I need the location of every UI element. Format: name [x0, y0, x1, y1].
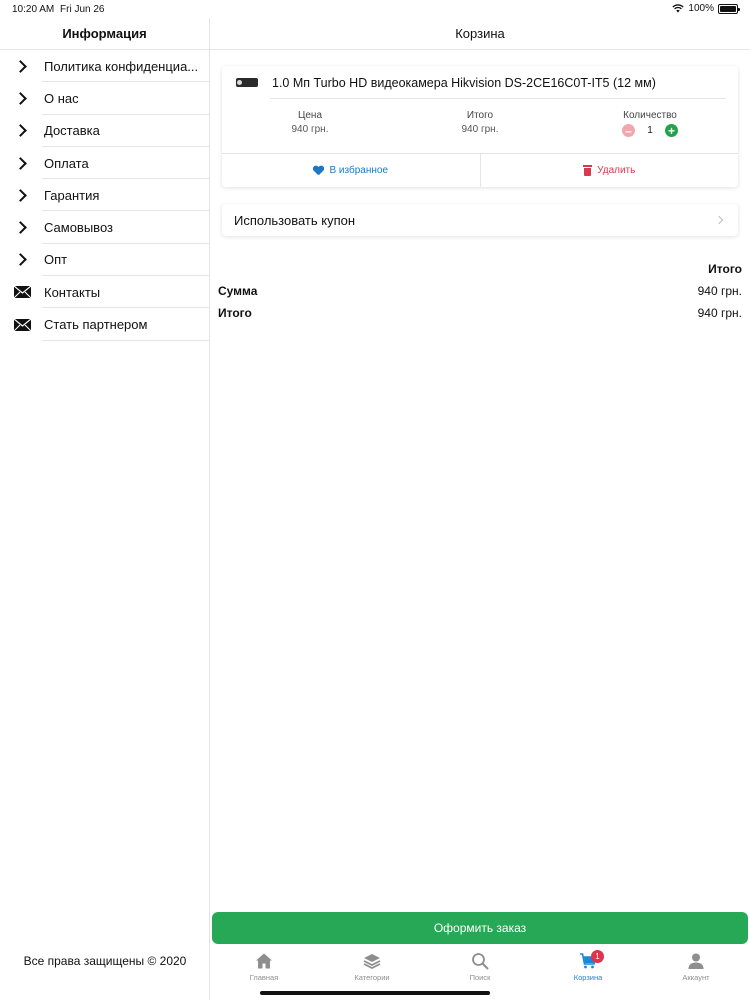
cart-item-actions: В избранное Удалить — [222, 153, 738, 187]
quantity-label: Количество — [623, 110, 677, 121]
chevron-right-icon — [0, 253, 44, 267]
envelope-icon — [0, 318, 44, 331]
decrease-quantity-button[interactable]: – — [622, 124, 635, 137]
battery-percent: 100% — [688, 3, 714, 14]
sidebar-item-pickup[interactable]: Самовывоз — [0, 211, 209, 245]
tab-label: Категории — [354, 973, 390, 982]
delete-item-button[interactable]: Удалить — [479, 154, 739, 187]
sidebar-item-privacy[interactable]: Политика конфиденциа... — [0, 50, 209, 83]
item-total-value: 940 грн. — [461, 124, 499, 135]
totals-row-sum: Сумма 940 грн. — [218, 284, 742, 306]
price-value: 940 грн. — [291, 124, 329, 135]
product-thumbnail[interactable] — [234, 75, 260, 91]
sidebar-item-partner[interactable]: Стать партнером — [0, 308, 209, 341]
tab-label: Поиск — [469, 973, 491, 982]
chevron-right-icon — [0, 188, 44, 202]
item-total-stat: Итого 940 грн. — [440, 110, 520, 135]
use-coupon-row[interactable]: Использовать купон — [222, 204, 738, 236]
sidebar-item-label: Стать партнером — [44, 317, 148, 333]
totals-row-label: Сумма — [218, 284, 258, 298]
coupon-label: Использовать купон — [234, 212, 356, 228]
sidebar-item-label: О нас — [44, 90, 79, 106]
chevron-right-icon — [0, 59, 44, 73]
status-time: 10:20 AM — [12, 4, 55, 15]
totals-row-label: Итого — [218, 306, 252, 320]
sidebar-item-wholesale[interactable]: Опт — [0, 244, 209, 277]
home-indicator[interactable] — [260, 991, 490, 995]
cart-item-stats: Цена 940 грн. Итого 940 грн. Количество … — [222, 110, 738, 150]
cart-item-card: 1.0 Мп Turbo HD видеокамера Hikvision DS… — [222, 66, 738, 187]
quantity-value: 1 — [647, 125, 653, 136]
favorites-label: В избранное — [329, 165, 389, 176]
tab-home[interactable]: Главная — [210, 950, 318, 988]
sidebar-item-label: Контакты — [44, 284, 101, 300]
totals-row-total: Итого 940 грн. — [218, 306, 742, 328]
add-to-favorites-button[interactable]: В избранное — [222, 154, 480, 187]
chevron-right-icon — [0, 124, 44, 138]
battery-icon — [718, 3, 740, 14]
sidebar-item-payment[interactable]: Оплата — [0, 147, 209, 180]
price-stat: Цена 940 грн. — [270, 110, 350, 135]
page-title: Корзина — [210, 18, 750, 50]
price-label: Цена — [297, 110, 323, 121]
chevron-right-icon — [0, 221, 44, 234]
sidebar-item-label: Самовывоз — [44, 220, 113, 236]
chevron-right-icon — [714, 215, 724, 225]
tab-label: Главная — [249, 973, 279, 982]
chevron-right-icon — [0, 92, 44, 105]
quantity-stepper: Количество – 1 + — [610, 110, 690, 137]
product-title[interactable]: 1.0 Мп Turbo HD видеокамера Hikvision DS… — [272, 76, 656, 90]
sidebar-list: Политика конфиденциа... О нас Доставка О… — [0, 50, 209, 341]
item-total-label: Итого — [466, 110, 494, 121]
sidebar-item-label: Гарантия — [44, 187, 100, 203]
increase-quantity-button[interactable]: + — [665, 124, 678, 137]
tab-cart[interactable]: 1 Корзина — [534, 950, 642, 988]
status-right: 100% — [672, 3, 740, 14]
copyright-text: Все права защищены © 2020 — [23, 954, 187, 968]
checkout-button[interactable]: Оформить заказ — [212, 912, 748, 944]
cart-count-badge: 1 — [591, 950, 604, 963]
totals-row-value: 940 грн. — [697, 284, 742, 298]
search-icon — [472, 953, 489, 970]
chevron-right-icon — [0, 156, 44, 170]
status-bar: 10:20 AM Fri Jun 26 100% — [0, 0, 750, 18]
totals-header: Итого — [708, 262, 742, 276]
user-icon — [688, 953, 704, 969]
sidebar-title: Информация — [0, 18, 209, 50]
cart-panel: Корзина 1.0 Мп Turbo HD видеокамера Hikv… — [210, 18, 750, 1000]
order-totals: Итого Сумма 940 грн. Итого 940 грн. — [218, 262, 742, 328]
delete-label: Удалить — [597, 165, 636, 176]
tab-search[interactable]: Поиск — [426, 950, 534, 988]
tab-categories[interactable]: Категории — [318, 950, 426, 988]
cart-item-header[interactable]: 1.0 Мп Turbo HD видеокамера Hikvision DS… — [222, 66, 738, 100]
sidebar-item-contacts[interactable]: Контакты — [0, 276, 209, 309]
envelope-icon — [0, 286, 44, 299]
divider — [270, 98, 726, 99]
totals-row-value: 940 грн. — [697, 306, 742, 320]
sidebar-item-warranty[interactable]: Гарантия — [0, 179, 209, 212]
tab-account[interactable]: Аккаунт — [642, 950, 750, 988]
sidebar-item-delivery[interactable]: Доставка — [0, 115, 209, 148]
wifi-icon — [672, 4, 685, 13]
heart-icon — [313, 166, 324, 176]
trash-icon — [583, 165, 593, 176]
sidebar-item-label: Политика конфиденциа... — [44, 58, 199, 74]
sidebar-item-about[interactable]: О нас — [0, 82, 209, 115]
tab-label: Корзина — [573, 973, 603, 982]
home-icon — [256, 953, 272, 969]
status-date: Fri Jun 26 — [60, 4, 105, 15]
tab-bar: Главная Категории Поиск 1 Корзина Аккаун… — [210, 950, 750, 988]
sidebar-item-label: Доставка — [44, 123, 100, 139]
sidebar-item-label: Оплата — [44, 155, 89, 171]
layers-icon — [363, 954, 381, 970]
tab-label: Аккаунт — [682, 973, 710, 982]
sidebar: Информация Политика конфиденциа... О нас… — [0, 18, 210, 1000]
sidebar-item-label: Опт — [44, 252, 68, 268]
